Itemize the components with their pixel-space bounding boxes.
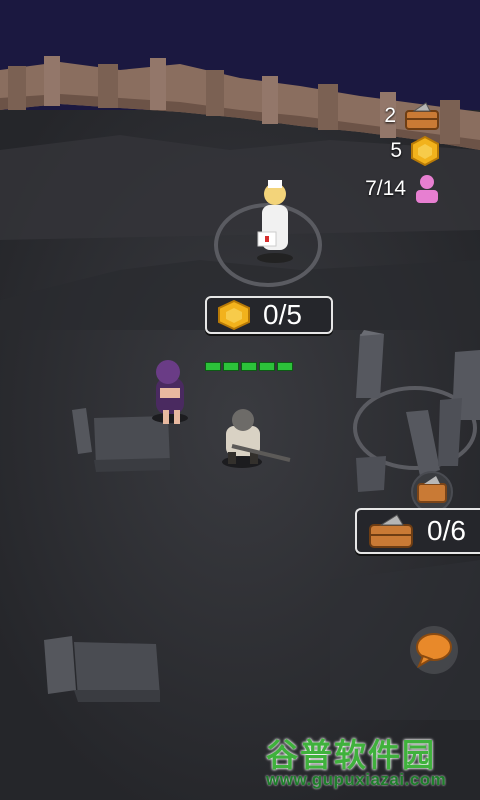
- health-segment: [259, 362, 275, 371]
- watermark-url: www.gupuxiazai.com: [266, 770, 447, 789]
- coins-count: 5: [390, 139, 402, 162]
- crate-icon: [405, 102, 439, 130]
- gold-hex-coin-icon: [411, 136, 439, 166]
- speech-bubble-icon: [416, 633, 452, 668]
- coin-requirement-panel: 0/5: [205, 296, 333, 334]
- player-health-bar: [205, 362, 293, 371]
- hud-coins: 5: [390, 136, 440, 166]
- health-segment: [277, 362, 293, 371]
- gold-hex-coin-icon: [218, 300, 250, 330]
- crate-pickup: [411, 471, 453, 513]
- chat-button[interactable]: [410, 626, 458, 674]
- coin-requirement-value: 0/5: [263, 299, 302, 330]
- watermark: 谷普软件园 www.gupuxiazai.com: [262, 728, 480, 800]
- health-segment: [241, 362, 257, 371]
- health-segment: [205, 362, 221, 371]
- crate-icon: [369, 514, 413, 548]
- person-icon: [416, 175, 438, 203]
- crate-requirement-value: 0/6: [427, 515, 466, 546]
- hud-crates: 2: [384, 101, 440, 131]
- population-count: 7/14: [365, 177, 406, 200]
- crate-requirement-panel: 0/6: [355, 508, 480, 554]
- health-segment: [223, 362, 239, 371]
- hud-population: 7/14: [365, 174, 440, 204]
- crates-count: 2: [384, 104, 396, 127]
